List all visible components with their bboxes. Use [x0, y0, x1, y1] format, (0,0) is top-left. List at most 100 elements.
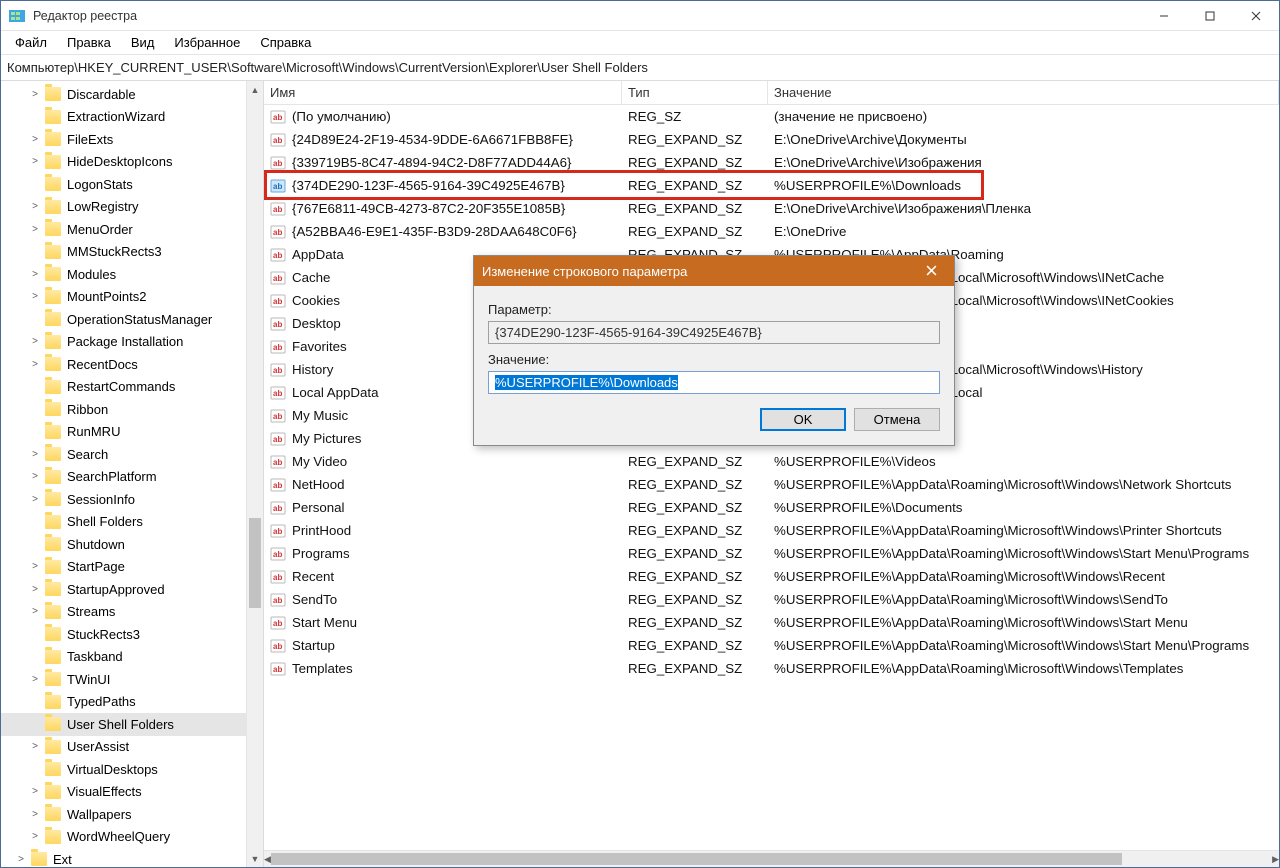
- tree-item[interactable]: >Discardable: [1, 83, 246, 106]
- chevron-right-icon[interactable]: >: [29, 831, 41, 842]
- tree-item[interactable]: >SessionInfo: [1, 488, 246, 511]
- list-row[interactable]: abStart MenuREG_EXPAND_SZ%USERPROFILE%\A…: [264, 611, 1279, 634]
- tree-item[interactable]: >Search: [1, 443, 246, 466]
- chevron-right-icon[interactable]: >: [29, 89, 41, 100]
- tree-item[interactable]: RunMRU: [1, 421, 246, 444]
- chevron-right-icon[interactable]: >: [29, 786, 41, 797]
- chevron-right-icon[interactable]: >: [29, 359, 41, 370]
- chevron-right-icon[interactable]: >: [29, 291, 41, 302]
- list-row[interactable]: ab{767E6811-49CB-4273-87C2-20F355E1085B}…: [264, 197, 1279, 220]
- chevron-right-icon[interactable]: >: [29, 201, 41, 212]
- chevron-right-icon[interactable]: >: [29, 606, 41, 617]
- scroll-track-h[interactable]: [271, 851, 1272, 867]
- chevron-right-icon[interactable]: >: [29, 269, 41, 280]
- chevron-right-icon[interactable]: >: [29, 134, 41, 145]
- tree-item[interactable]: >WordWheelQuery: [1, 826, 246, 849]
- tree-item[interactable]: >LowRegistry: [1, 196, 246, 219]
- tree-vertical-scrollbar[interactable]: ▲ ▼: [246, 81, 263, 867]
- close-button[interactable]: [1233, 1, 1279, 31]
- list-body[interactable]: ab(По умолчанию)REG_SZ(значение не присв…: [264, 105, 1279, 850]
- tree-item[interactable]: >MenuOrder: [1, 218, 246, 241]
- tree-item[interactable]: Ribbon: [1, 398, 246, 421]
- col-header-name[interactable]: Имя: [264, 81, 622, 104]
- tree-item[interactable]: >Wallpapers: [1, 803, 246, 826]
- tree-item[interactable]: MMStuckRects3: [1, 241, 246, 264]
- chevron-right-icon[interactable]: >: [29, 336, 41, 347]
- chevron-right-icon[interactable]: >: [29, 674, 41, 685]
- tree-item[interactable]: >StartPage: [1, 556, 246, 579]
- tree-scroll-area[interactable]: >DiscardableExtractionWizard>FileExts>Hi…: [1, 81, 246, 867]
- list-row[interactable]: ab{374DE290-123F-4565-9164-39C4925E467B}…: [264, 174, 1279, 197]
- tree-item[interactable]: >StartupApproved: [1, 578, 246, 601]
- tree-item[interactable]: Taskband: [1, 646, 246, 669]
- address-bar[interactable]: Компьютер\HKEY_CURRENT_USER\Software\Mic…: [1, 55, 1279, 81]
- chevron-right-icon[interactable]: >: [29, 449, 41, 460]
- chevron-right-icon[interactable]: >: [29, 809, 41, 820]
- chevron-right-icon[interactable]: >: [29, 561, 41, 572]
- list-row[interactable]: abRecentREG_EXPAND_SZ%USERPROFILE%\AppDa…: [264, 565, 1279, 588]
- menu-favorites[interactable]: Избранное: [164, 32, 250, 53]
- scroll-thumb-h[interactable]: [271, 853, 1122, 865]
- tree-item[interactable]: VirtualDesktops: [1, 758, 246, 781]
- chevron-right-icon[interactable]: >: [29, 471, 41, 482]
- tree-item[interactable]: >SearchPlatform: [1, 466, 246, 489]
- tree-item[interactable]: TypedPaths: [1, 691, 246, 714]
- tree-item[interactable]: LogonStats: [1, 173, 246, 196]
- tree-item[interactable]: StuckRects3: [1, 623, 246, 646]
- list-row[interactable]: abPersonalREG_EXPAND_SZ%USERPROFILE%\Doc…: [264, 496, 1279, 519]
- list-row[interactable]: abNetHoodREG_EXPAND_SZ%USERPROFILE%\AppD…: [264, 473, 1279, 496]
- dialog-close-button[interactable]: [916, 263, 946, 279]
- list-row[interactable]: abMy VideoREG_EXPAND_SZ%USERPROFILE%\Vid…: [264, 450, 1279, 473]
- list-row[interactable]: abPrintHoodREG_EXPAND_SZ%USERPROFILE%\Ap…: [264, 519, 1279, 542]
- col-header-value[interactable]: Значение: [768, 81, 1279, 104]
- list-row[interactable]: abProgramsREG_EXPAND_SZ%USERPROFILE%\App…: [264, 542, 1279, 565]
- scroll-right-button[interactable]: ▶: [1272, 851, 1279, 868]
- list-row[interactable]: abStartupREG_EXPAND_SZ%USERPROFILE%\AppD…: [264, 634, 1279, 657]
- maximize-button[interactable]: [1187, 1, 1233, 31]
- tree-item[interactable]: >MountPoints2: [1, 286, 246, 309]
- tree-item[interactable]: >Package Installation: [1, 331, 246, 354]
- list-horizontal-scrollbar[interactable]: ◀ ▶: [264, 850, 1279, 867]
- tree-item[interactable]: >FileExts: [1, 128, 246, 151]
- tree-item[interactable]: User Shell Folders: [1, 713, 246, 736]
- menu-help[interactable]: Справка: [250, 32, 321, 53]
- chevron-right-icon[interactable]: >: [29, 224, 41, 235]
- chevron-right-icon[interactable]: >: [29, 741, 41, 752]
- minimize-button[interactable]: [1141, 1, 1187, 31]
- scroll-track[interactable]: [247, 98, 263, 850]
- chevron-right-icon[interactable]: >: [15, 854, 27, 865]
- list-row[interactable]: abTemplatesREG_EXPAND_SZ%USERPROFILE%\Ap…: [264, 657, 1279, 680]
- tree-item[interactable]: Shell Folders: [1, 511, 246, 534]
- menu-edit[interactable]: Правка: [57, 32, 121, 53]
- value-field[interactable]: %USERPROFILE%\Downloads: [488, 371, 940, 394]
- dialog-titlebar[interactable]: Изменение строкового параметра: [474, 256, 954, 286]
- tree-item[interactable]: >Ext: [1, 848, 246, 867]
- chevron-right-icon[interactable]: >: [29, 584, 41, 595]
- tree-item[interactable]: >VisualEffects: [1, 781, 246, 804]
- ok-button[interactable]: OK: [760, 408, 846, 431]
- tree-item[interactable]: >Streams: [1, 601, 246, 624]
- tree-item[interactable]: >UserAssist: [1, 736, 246, 759]
- scroll-down-button[interactable]: ▼: [247, 850, 263, 867]
- scroll-thumb[interactable]: [249, 518, 261, 608]
- list-row[interactable]: abSendToREG_EXPAND_SZ%USERPROFILE%\AppDa…: [264, 588, 1279, 611]
- list-row[interactable]: ab{339719B5-8C47-4894-94C2-D8F77ADD44A6}…: [264, 151, 1279, 174]
- menu-view[interactable]: Вид: [121, 32, 165, 53]
- list-row[interactable]: ab(По умолчанию)REG_SZ(значение не присв…: [264, 105, 1279, 128]
- menu-file[interactable]: Файл: [5, 32, 57, 53]
- col-header-type[interactable]: Тип: [622, 81, 768, 104]
- tree-item[interactable]: ExtractionWizard: [1, 106, 246, 129]
- tree-item[interactable]: Shutdown: [1, 533, 246, 556]
- chevron-right-icon[interactable]: >: [29, 156, 41, 167]
- tree-item[interactable]: RestartCommands: [1, 376, 246, 399]
- list-row[interactable]: ab{A52BBA46-E9E1-435F-B3D9-28DAA648C0F6}…: [264, 220, 1279, 243]
- tree-item[interactable]: >TWinUI: [1, 668, 246, 691]
- chevron-right-icon[interactable]: >: [29, 494, 41, 505]
- tree-item[interactable]: >RecentDocs: [1, 353, 246, 376]
- cancel-button[interactable]: Отмена: [854, 408, 940, 431]
- scroll-up-button[interactable]: ▲: [247, 81, 263, 98]
- scroll-left-button[interactable]: ◀: [264, 851, 271, 868]
- list-row[interactable]: ab{24D89E24-2F19-4534-9DDE-6A6671FBB8FE}…: [264, 128, 1279, 151]
- tree-item[interactable]: >Modules: [1, 263, 246, 286]
- tree-item[interactable]: OperationStatusManager: [1, 308, 246, 331]
